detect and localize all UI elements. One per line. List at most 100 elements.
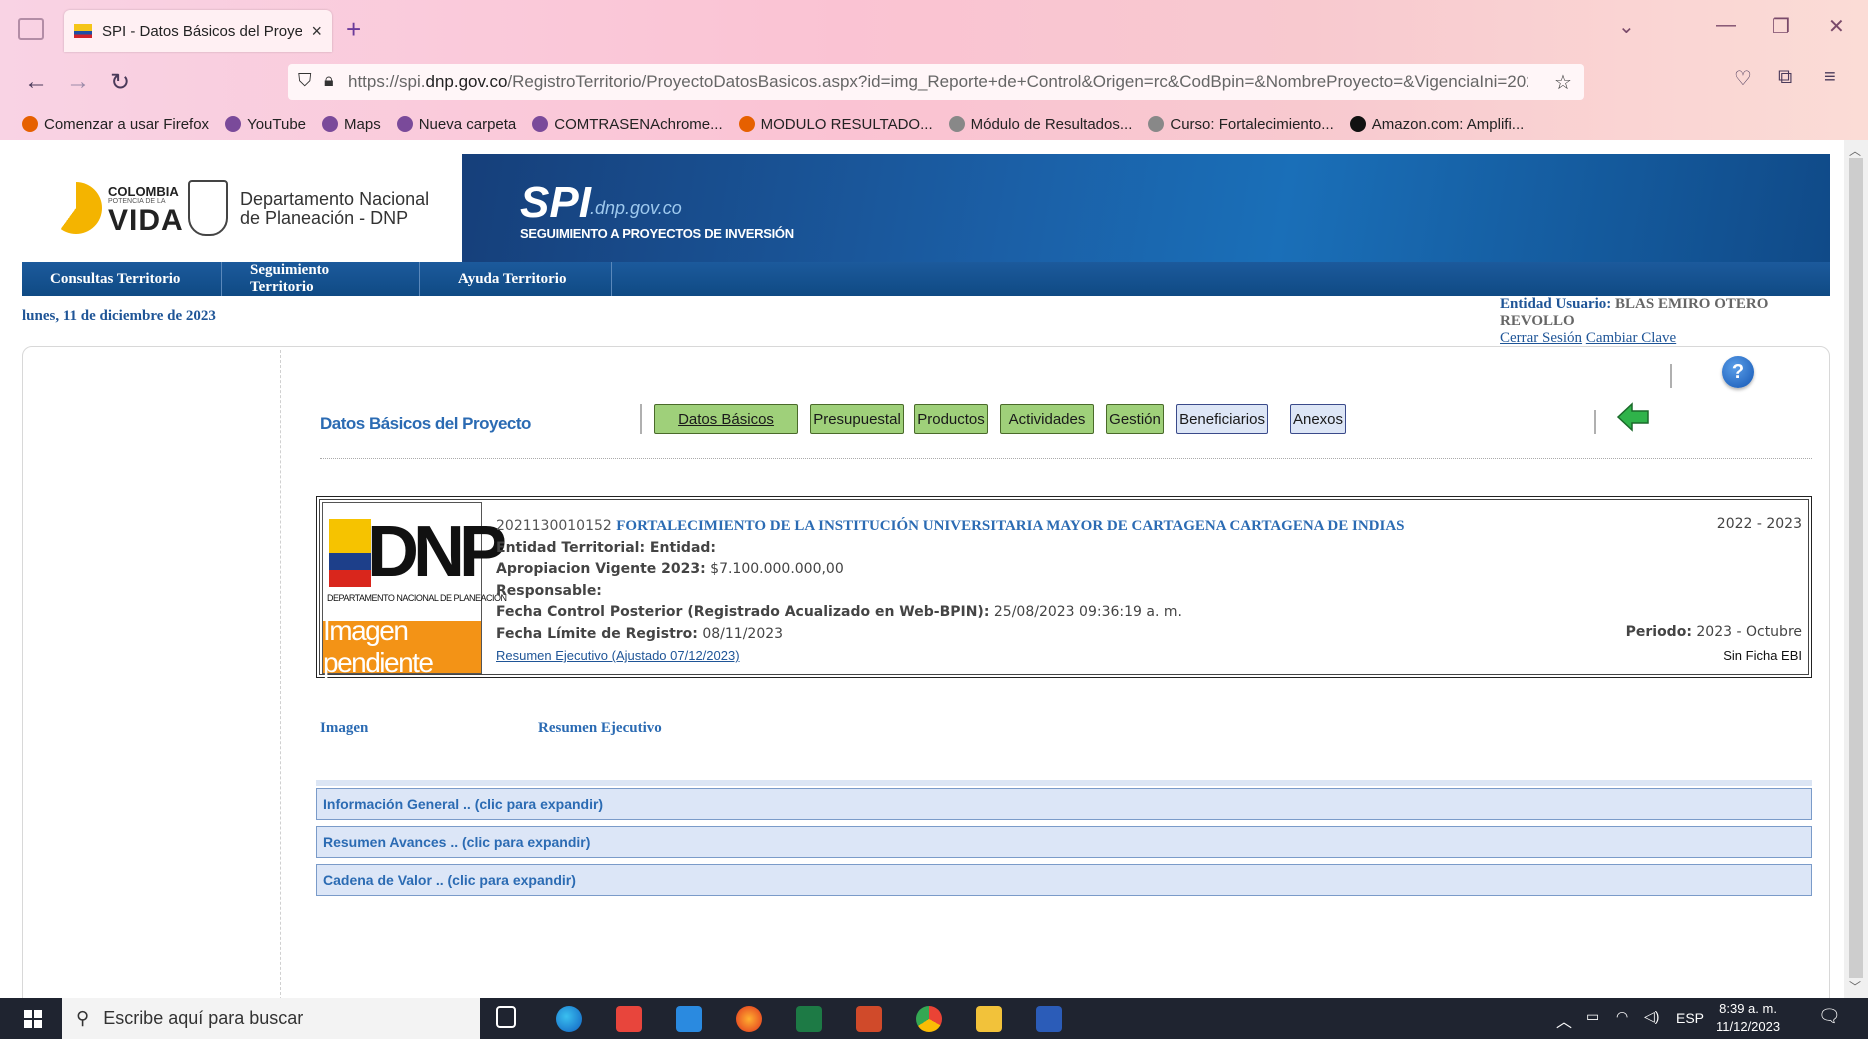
new-tab-button[interactable]: + [346,14,361,45]
change-password-link[interactable]: Cambiar Clave [1586,330,1676,346]
menu-hamburger-icon[interactable]: ≡ [1824,66,1836,89]
mail-icon[interactable] [676,1006,702,1032]
taskbar-search-placeholder[interactable]: Escribe aquí para buscar [103,1008,303,1029]
menu-ayuda-territorio[interactable]: Ayuda Territorio [420,262,612,296]
url-text[interactable]: https://spi.dnp.gov.co/RegistroTerritori… [348,72,1528,92]
powerpoint-icon[interactable] [856,1006,882,1032]
scroll-up-icon[interactable]: ︿ [1849,142,1861,159]
edge-icon[interactable] [556,1006,582,1032]
bookmark-item[interactable]: Curso: Fortalecimiento... [1148,116,1334,133]
battery-icon[interactable]: ▭ [1586,1008,1599,1025]
excel-icon[interactable] [796,1006,822,1032]
firefox-icon[interactable] [736,1006,762,1032]
minimize-icon[interactable]: — [1716,14,1736,37]
accordion-resumen-avances[interactable]: Resumen Avances .. (clic para expandir) [316,826,1812,858]
bookmark-icon [532,116,549,132]
project-image: DNP DEPARTAMENTO NACIONAL DE PLANEACIÓN … [322,502,507,678]
scroll-down-icon[interactable]: ﹀ [1849,978,1861,995]
tab-actividades[interactable]: Actividades [1000,404,1094,434]
control-value: 25/08/2023 09:36:19 a. m. [993,604,1182,620]
word-icon[interactable] [1036,1006,1062,1032]
dnp-name: Departamento Nacional de Planeación - DN… [240,190,429,228]
chrome-icon[interactable] [916,1006,942,1032]
lock-icon[interactable]: 🔒︎ [324,70,334,91]
tab-close-icon[interactable]: × [311,21,322,42]
bookmark-item[interactable]: Módulo de Resultados... [948,116,1132,133]
scroll-thumb[interactable] [1849,158,1863,978]
back-arrow-icon[interactable] [1616,402,1650,432]
coat-of-arms-icon [188,180,228,236]
image-pending-label: Imagen pendiente [323,615,481,678]
bookmark-icon [948,116,965,132]
reload-icon[interactable]: ↻ [110,68,130,97]
bookmark-item[interactable]: COMTRASENAchrome... [532,116,723,133]
bookmark-icon [322,116,339,132]
tab-beneficiarios[interactable]: Beneficiarios [1176,404,1268,434]
notifications-icon[interactable]: 🗨︎ [1818,1006,1841,1027]
project-card: DNP DEPARTAMENTO NACIONAL DE PLANEACIÓN … [316,496,1812,678]
sin-ficha-ebi: Sin Ficha EBI [1723,648,1802,663]
logout-link[interactable]: Cerrar Sesión [1500,330,1582,346]
entidad-label: Entidad Territorial: Entidad: [496,539,717,556]
shield-tracking-icon[interactable]: ⛉ [298,70,312,91]
label-resumen-ejecutivo: Resumen Ejecutivo [538,720,662,736]
browser-chrome: SPI - Datos Básicos del Proyecto × + ⌄ —… [0,0,1868,140]
tray-chevron-icon[interactable]: ︿ [1556,1008,1572,1032]
bookmark-item[interactable]: Nueva carpeta [396,116,516,133]
section-title: Datos Básicos del Proyecto [320,414,531,433]
accordion-top-bar [316,780,1812,786]
task-view-icon[interactable] [496,1006,516,1028]
menu-seguimiento-territorio[interactable]: Seguimiento Territorio [222,262,420,296]
restore-icon[interactable]: ❐ [1772,14,1790,39]
bookmark-item[interactable]: MODULO RESULTADO... [738,116,933,133]
tab-datos-basicos[interactable]: Datos Básicos [654,404,798,434]
back-icon[interactable]: ← [24,68,48,96]
anydesk-icon[interactable] [616,1006,642,1032]
bookmark-item[interactable]: Comenzar a usar Firefox [22,116,209,133]
file-explorer-icon[interactable] [976,1006,1002,1032]
tab-separator [640,404,642,434]
spi-banner: SPI .dnp.gov.co SEGUIMIENTO A PROYECTOS … [462,154,1830,262]
url-bar[interactable]: ⛉ 🔒︎ https://spi.dnp.gov.co/RegistroTerr… [288,64,1584,100]
accordion-informacion-general[interactable]: Información General .. (clic para expand… [316,788,1812,820]
project-name[interactable]: FORTALECIMIENTO DE LA INSTITUCIÓN UNIVER… [616,518,1404,534]
extensions-icon[interactable]: ⧉ [1778,66,1792,89]
tab-gestion[interactable]: Gestión [1106,404,1164,434]
bookmarks-bar: Comenzar a usar Firefox YouTube Maps Nueva … [0,108,1868,140]
menu-consultas-territorio[interactable]: Consultas Territorio [22,262,222,296]
resumen-ejecutivo-link[interactable]: Resumen Ejecutivo (Ajustado 07/12/2023) [496,648,740,663]
language-indicator[interactable]: ESP [1676,1010,1704,1026]
tab-overflow-chevron-icon[interactable]: ⌄ [1618,14,1635,39]
search-icon: ⚲ [76,1008,90,1028]
forward-icon[interactable]: → [66,68,90,96]
browser-tab-active[interactable]: SPI - Datos Básicos del Proyecto × [64,10,332,52]
limite-label: Fecha Límite de Registro: [496,625,698,642]
bookmark-star-icon[interactable]: ☆ [1554,70,1572,95]
wifi-icon[interactable]: ◠ [1616,1008,1628,1025]
windows-start-icon[interactable] [24,1010,42,1028]
accordion-cadena-de-valor[interactable]: Cadena de Valor .. (clic para expandir) [316,864,1812,896]
label-imagen: Imagen [320,720,369,736]
page-scrollbar[interactable]: ︿ ﹀ [1844,140,1868,998]
bookmark-label: Comenzar a usar Firefox [44,115,210,133]
volume-icon[interactable]: ◁) [1644,1008,1659,1025]
bookmark-item[interactable]: YouTube [225,116,306,133]
taskbar-clock[interactable]: 8:39 a. m. 11/12/2023 [1716,1000,1780,1036]
help-icon[interactable]: ? [1722,356,1754,388]
pocket-icon[interactable]: ♡ [1734,66,1752,91]
bookmark-item[interactable]: Amazon.com: Amplifi... [1349,116,1524,133]
close-window-icon[interactable]: ✕ [1828,14,1845,39]
spi-logo: SPI [520,178,591,227]
taskbar-search[interactable]: ⚲ Escribe aquí para buscar [62,998,480,1039]
bookmark-item[interactable]: Maps [322,116,381,133]
user-info: Entidad Usuario: BLAS EMIRO OTERO REVOLL… [1500,296,1830,347]
tab-list-icon[interactable] [18,18,44,40]
help-separator [1670,364,1672,388]
project-years: 2022 - 2023 [1716,516,1802,532]
periodo-value: 2023 - Octubre [1696,624,1802,640]
colombia-flag-icon [329,519,371,587]
tab-presupuestal[interactable]: Presupuestal [810,404,904,434]
logo-vida: VIDA [108,204,184,237]
tab-productos[interactable]: Productos [914,404,988,434]
tab-anexos[interactable]: Anexos [1290,404,1346,434]
